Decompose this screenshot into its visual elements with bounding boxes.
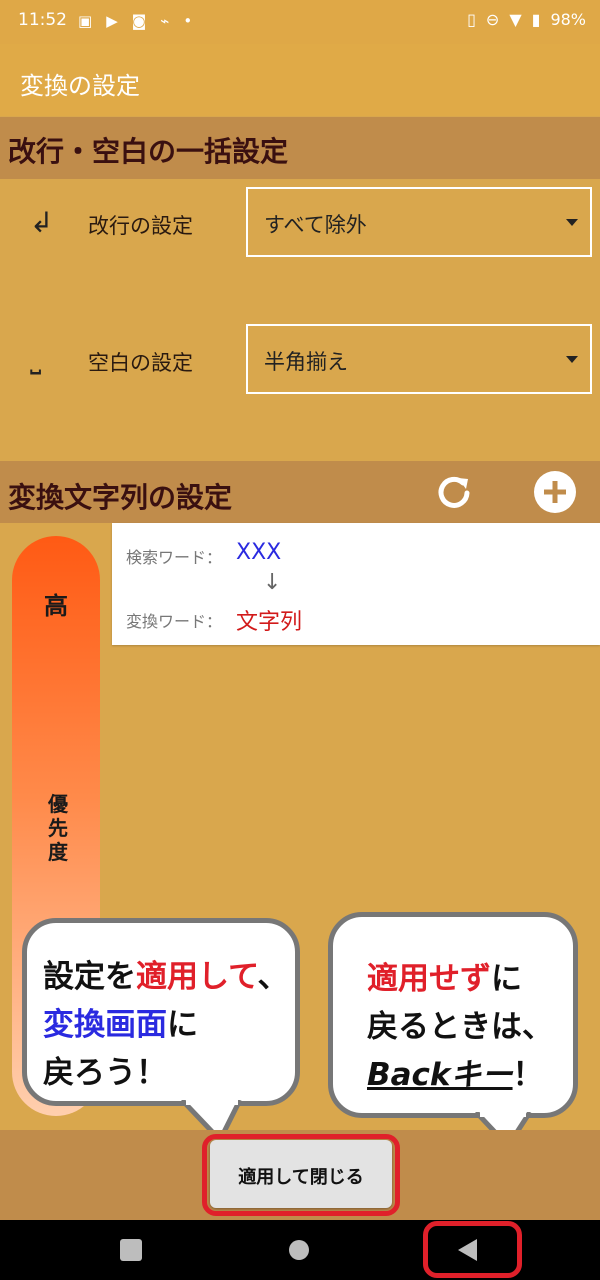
apply-button-highlight bbox=[202, 1134, 400, 1216]
dot-icon: • bbox=[183, 12, 193, 30]
line-break-value: すべて除外 bbox=[264, 213, 367, 237]
status-bar: 11:52 ▣ ▶ ◙ ⌁ • ▯ ⊖ ▼ ▮ 98% bbox=[0, 0, 600, 44]
down-arrow-icon: ↓ bbox=[263, 570, 282, 595]
dnd-icon: ⊖ bbox=[485, 10, 500, 29]
chevron-down-icon bbox=[566, 219, 578, 226]
camera-icon: ◙ bbox=[131, 12, 147, 30]
battery-percent: 98% bbox=[550, 10, 586, 29]
search-word-value: XXX bbox=[236, 540, 282, 565]
battery-icon: ▮ bbox=[531, 10, 541, 29]
home-icon[interactable] bbox=[289, 1240, 309, 1260]
navigation-bar bbox=[0, 1220, 600, 1280]
line-break-icon: ↲ bbox=[30, 206, 54, 239]
bulk-settings-header: 改行・空白の一括設定 bbox=[0, 117, 600, 179]
recents-icon[interactable] bbox=[120, 1239, 142, 1261]
conversion-header: 変換文字列の設定 bbox=[0, 461, 600, 523]
vibrate-icon: ▯ bbox=[467, 10, 476, 29]
space-dropdown[interactable]: 半角揃え bbox=[246, 324, 592, 394]
bulk-settings-title: 改行・空白の一括設定 bbox=[8, 135, 289, 168]
page-title: 変換の設定 bbox=[20, 72, 140, 100]
apply-hint-bubble: 設定を適用して、 変換画面に 戻ろう！ bbox=[22, 918, 300, 1106]
status-left-icons: ▣ ▶ ◙ ⌁ • bbox=[78, 12, 192, 30]
apply-hint-text: 設定を適用して、 変換画面に 戻ろう！ bbox=[43, 959, 289, 1091]
wifi-icon: ▼ bbox=[509, 10, 522, 29]
back-hint-text: 適用せずに 戻るときは、 Backキー！ bbox=[367, 961, 553, 1093]
conversion-title: 変換文字列の設定 bbox=[8, 481, 233, 514]
chevron-down-icon bbox=[566, 356, 578, 363]
app-bar: 変換の設定 bbox=[0, 44, 600, 116]
space-label: 空白の設定 bbox=[88, 351, 193, 375]
space-icon: ⎵ bbox=[30, 342, 42, 375]
priority-high-label: 高 bbox=[44, 592, 68, 620]
video-icon: ▶ bbox=[106, 12, 118, 30]
line-break-label: 改行の設定 bbox=[88, 214, 193, 238]
list-item[interactable]: 検索ワード： XXX ↓ 変換ワード： 文字列 bbox=[112, 523, 600, 645]
status-time: 11:52 bbox=[18, 10, 67, 30]
line-break-dropdown[interactable]: すべて除外 bbox=[246, 187, 592, 257]
image-icon: ▣ bbox=[78, 12, 93, 30]
cast-icon: ⌁ bbox=[160, 12, 170, 30]
add-icon[interactable] bbox=[533, 470, 577, 514]
back-hint-bubble: 適用せずに 戻るときは、 Backキー！ bbox=[328, 912, 578, 1118]
refresh-icon[interactable] bbox=[432, 470, 476, 514]
replace-word-label: 変換ワード： bbox=[126, 612, 223, 631]
search-word-label: 検索ワード： bbox=[126, 548, 223, 567]
replace-word-value: 文字列 bbox=[236, 610, 303, 635]
space-value: 半角揃え bbox=[264, 350, 348, 374]
status-right-icons: ▯ ⊖ ▼ ▮ 98% bbox=[467, 10, 586, 29]
priority-label: 優先度 bbox=[48, 792, 68, 864]
back-key-highlight bbox=[423, 1221, 522, 1278]
